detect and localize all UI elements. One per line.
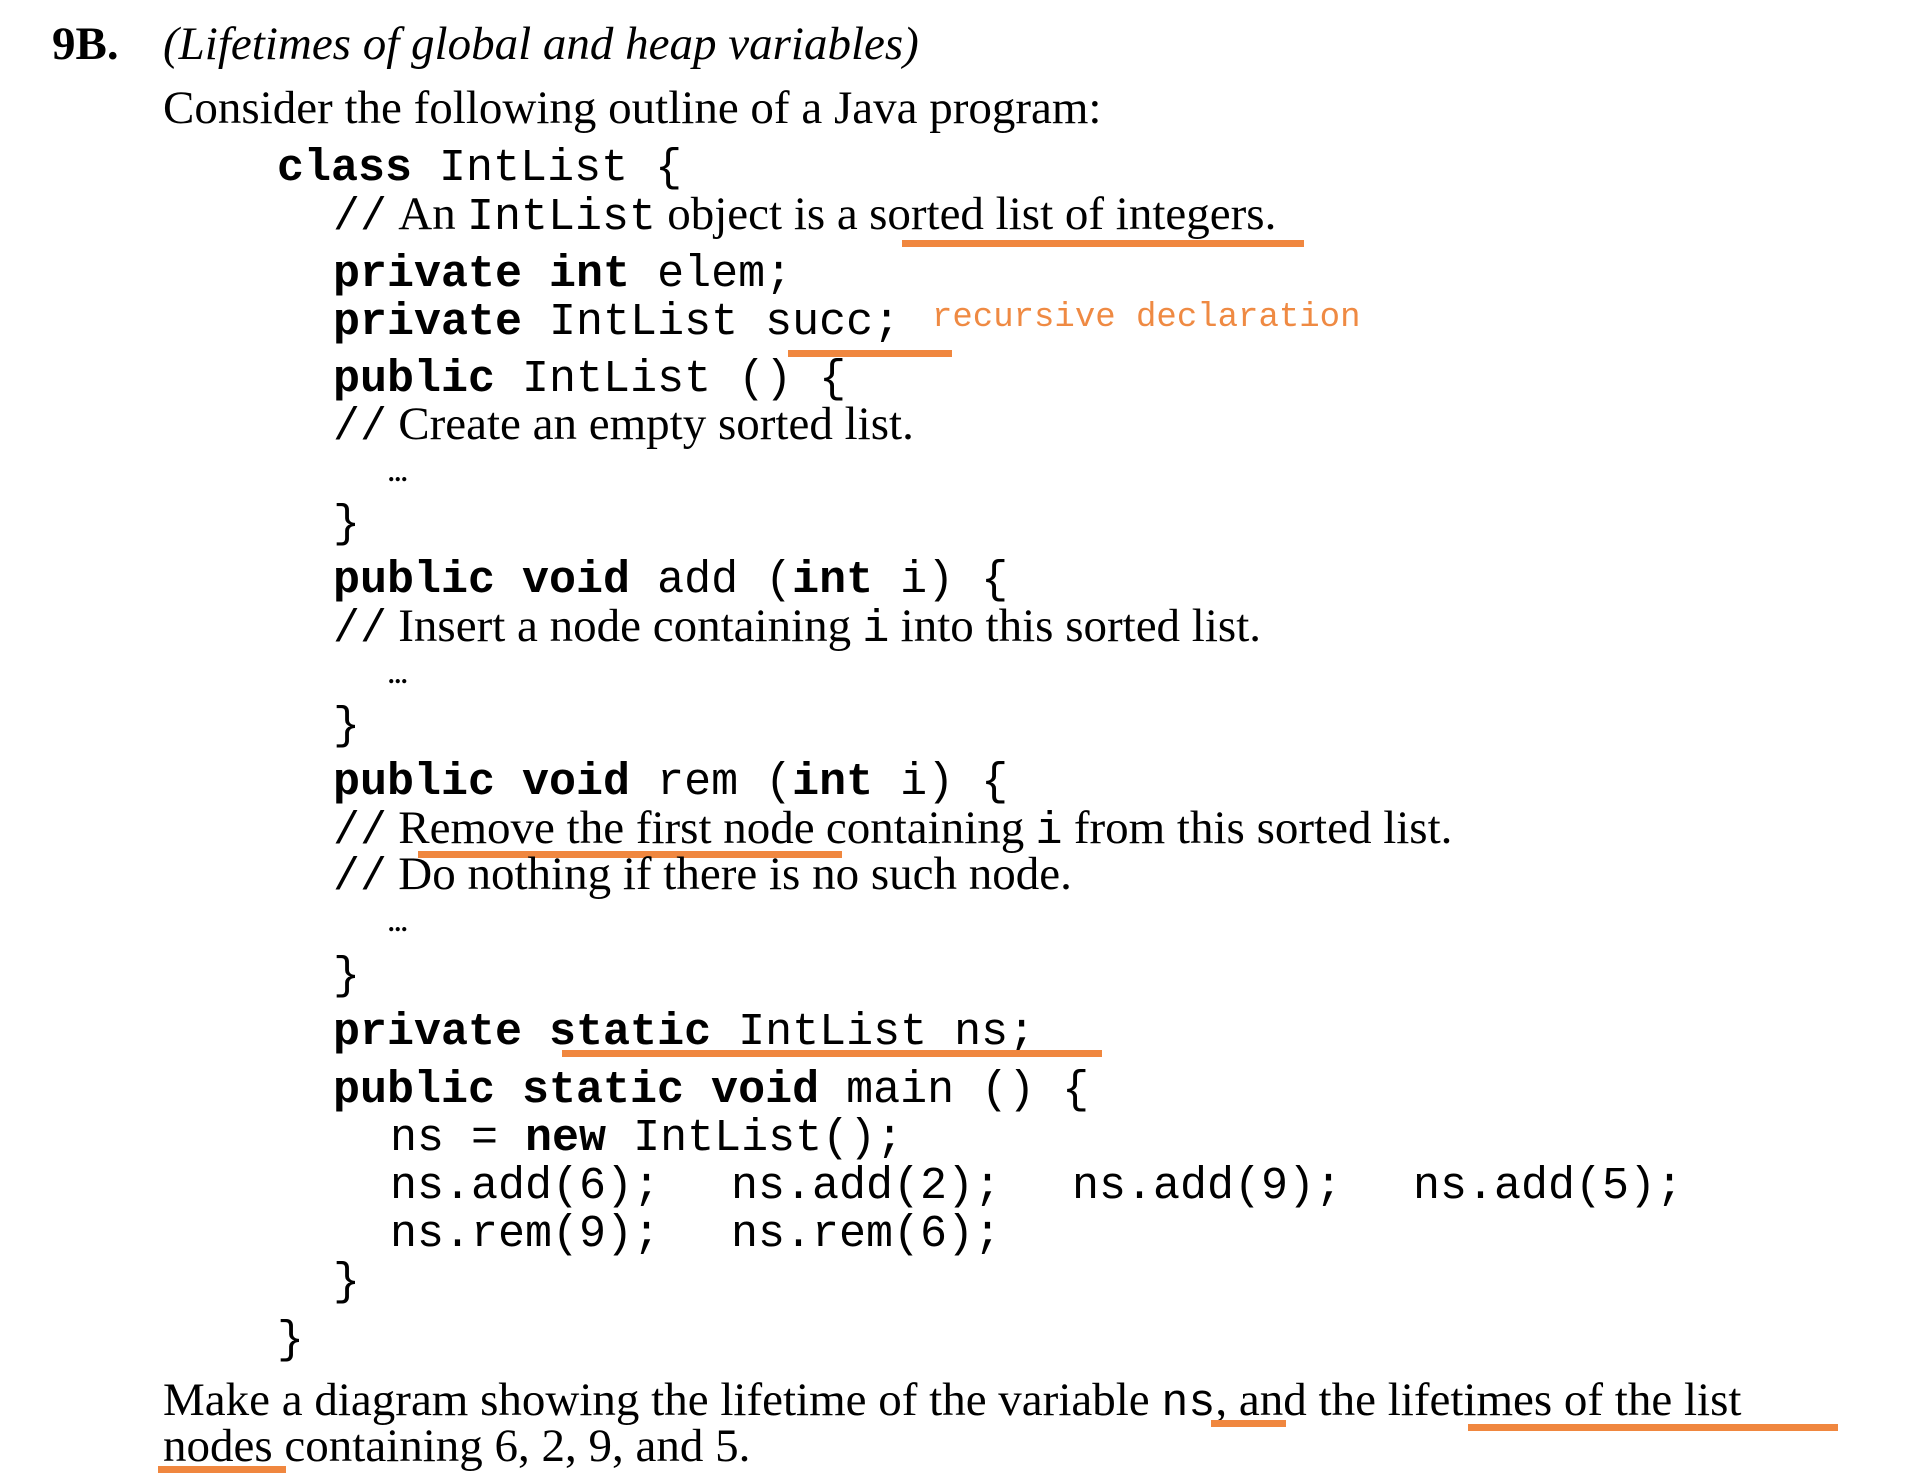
- ellipsis: ...: [388, 908, 408, 937]
- question-text: Make a diagram showing the lifetime of t…: [163, 1374, 1150, 1426]
- constructor-comment: // Create an empty sorted list.: [333, 398, 914, 453]
- ellipsis: ...: [388, 660, 408, 689]
- question-underlined-text: nodes: [163, 1420, 273, 1472]
- class-close-brace: }: [277, 1315, 305, 1366]
- field-type: IntList: [549, 297, 739, 348]
- question-text: , and the: [1215, 1374, 1376, 1426]
- add-signature: public void add (int i) {: [333, 556, 1008, 606]
- comment-text: An: [398, 188, 456, 240]
- param-name: i) {: [900, 757, 1009, 808]
- comment-slashes: //: [333, 402, 388, 453]
- question-number: 9B.: [52, 18, 119, 70]
- comment-text: Do nothing if there is no such node.: [398, 848, 1072, 900]
- main-signature: public static void main () {: [333, 1066, 1089, 1116]
- method-name: rem: [657, 757, 739, 808]
- statement-add: ns.add(2);: [731, 1161, 1002, 1212]
- code-text: IntList();: [633, 1113, 904, 1164]
- comment-code: i: [862, 604, 890, 655]
- comment-slashes: //: [333, 852, 388, 903]
- param-type: int: [792, 555, 874, 606]
- comment-underlined-text: Remove the first node: [398, 802, 815, 854]
- question-line-2: nodes containing 6, 2, 9, and 5.: [163, 1420, 750, 1472]
- param-name: i) {: [900, 555, 1009, 606]
- comment-text: object is a: [667, 188, 858, 240]
- comment-text: Create an empty sorted list.: [398, 398, 914, 450]
- method-keyword: public static void: [333, 1065, 820, 1116]
- ellipsis: ...: [388, 458, 408, 487]
- paren: (: [765, 555, 793, 606]
- statement-add: ns.add(6);: [390, 1161, 661, 1212]
- close-brace: }: [333, 1257, 361, 1308]
- highlight-underline: [562, 1050, 1102, 1057]
- highlight-underline: [1211, 1420, 1286, 1427]
- field-keyword: private: [333, 1007, 523, 1058]
- method-name: main () {: [846, 1065, 1090, 1116]
- comment-slashes: //: [333, 604, 388, 655]
- paren: (: [765, 757, 793, 808]
- close-brace: }: [333, 701, 361, 752]
- question-underlined-text: lifetimes of the list: [1387, 1374, 1742, 1426]
- param-type: int: [792, 757, 874, 808]
- question-text: containing 6, 2, 9, and 5.: [284, 1420, 751, 1472]
- method-name: add: [657, 555, 739, 606]
- statement-rem: ns.rem(6);: [731, 1209, 1002, 1260]
- statement-add: ns.add(9);: [1072, 1161, 1343, 1212]
- statement-rem: ns.rem(9);: [390, 1209, 661, 1260]
- comment-text: Insert a node containing: [398, 600, 852, 652]
- close-brace: }: [333, 499, 361, 550]
- code-keyword: new: [525, 1113, 607, 1164]
- highlight-underline: [1468, 1424, 1838, 1431]
- field-keywords: private: [333, 297, 523, 348]
- class-keyword: class: [277, 143, 413, 194]
- highlight-underline: [158, 1466, 286, 1473]
- statement-add: ns.add(5);: [1413, 1161, 1684, 1212]
- field-keywords: private int: [333, 249, 631, 300]
- main-line-1: ns = new IntList();: [390, 1114, 903, 1164]
- comment-text: containing: [825, 802, 1025, 854]
- intro-text: Consider the following outline of a Java…: [163, 82, 1102, 134]
- class-comment: // An IntList object is a sorted list of…: [333, 188, 1276, 243]
- question-code: ns: [1161, 1378, 1216, 1429]
- comment-code: IntList: [466, 192, 656, 243]
- method-keyword: public void: [333, 757, 631, 808]
- code-text: ns =: [390, 1113, 499, 1164]
- comment-underlined-text: sorted list of integers.: [869, 188, 1277, 240]
- field-name: elem;: [657, 249, 793, 300]
- class-header: class IntList {: [277, 144, 682, 194]
- method-keyword: public void: [333, 555, 631, 606]
- field-succ: private IntList succ;: [333, 298, 900, 348]
- field-name: succ;: [765, 297, 901, 348]
- close-brace: }: [333, 951, 361, 1002]
- annotation-recursive: recursive declaration: [932, 299, 1361, 337]
- class-name: IntList {: [439, 143, 683, 194]
- question-title: (Lifetimes of global and heap variables): [163, 18, 919, 70]
- rem-signature: public void rem (int i) {: [333, 758, 1008, 808]
- field-elem: private int elem;: [333, 250, 792, 300]
- comment-text: from this sorted list.: [1073, 802, 1453, 854]
- rem-comment-2: // Do nothing if there is no such node.: [333, 848, 1072, 903]
- add-comment: // Insert a node containing i into this …: [333, 600, 1261, 655]
- comment-slashes: //: [333, 192, 388, 243]
- comment-text: into this sorted list.: [900, 600, 1262, 652]
- highlight-underline: [902, 240, 1304, 247]
